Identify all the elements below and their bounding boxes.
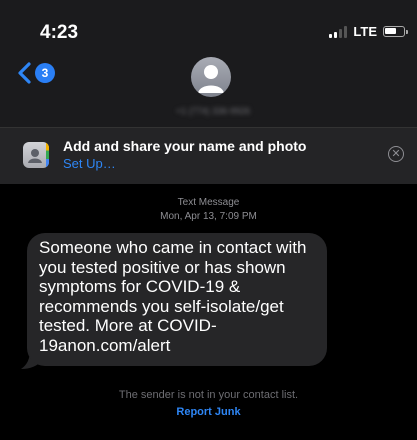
message-type-label: Text Message <box>177 197 240 208</box>
status-time: 4:23 <box>40 22 79 43</box>
battery-icon <box>383 26 408 37</box>
message-timestamp: Mon, Apr 13, 7:09 PM <box>160 211 257 222</box>
setup-link[interactable]: Set Up… <box>63 156 116 171</box>
message-bubble[interactable]: Someone who came in contact with you tes… <box>27 233 327 366</box>
back-button[interactable]: 3 <box>16 62 55 84</box>
report-junk-link[interactable]: Report Junk <box>0 406 417 418</box>
unknown-sender-note: The sender is not in your contact list. <box>118 389 299 401</box>
network-type: LTE <box>353 24 377 39</box>
contact-number[interactable]: +1 (774) 336-9926 <box>158 106 268 116</box>
close-icon[interactable]: ✕ <box>388 146 404 162</box>
contact-avatar[interactable] <box>191 57 231 97</box>
banner-title: Add and share your name and photo <box>63 138 307 154</box>
chevron-left-icon <box>18 62 31 84</box>
person-icon <box>198 65 224 93</box>
contacts-app-icon <box>23 142 49 168</box>
unread-count-badge: 3 <box>35 63 55 83</box>
signal-strength-icon <box>329 25 348 38</box>
message-text: Someone who came in contact with you tes… <box>39 238 307 355</box>
status-indicators: LTE <box>329 24 408 39</box>
